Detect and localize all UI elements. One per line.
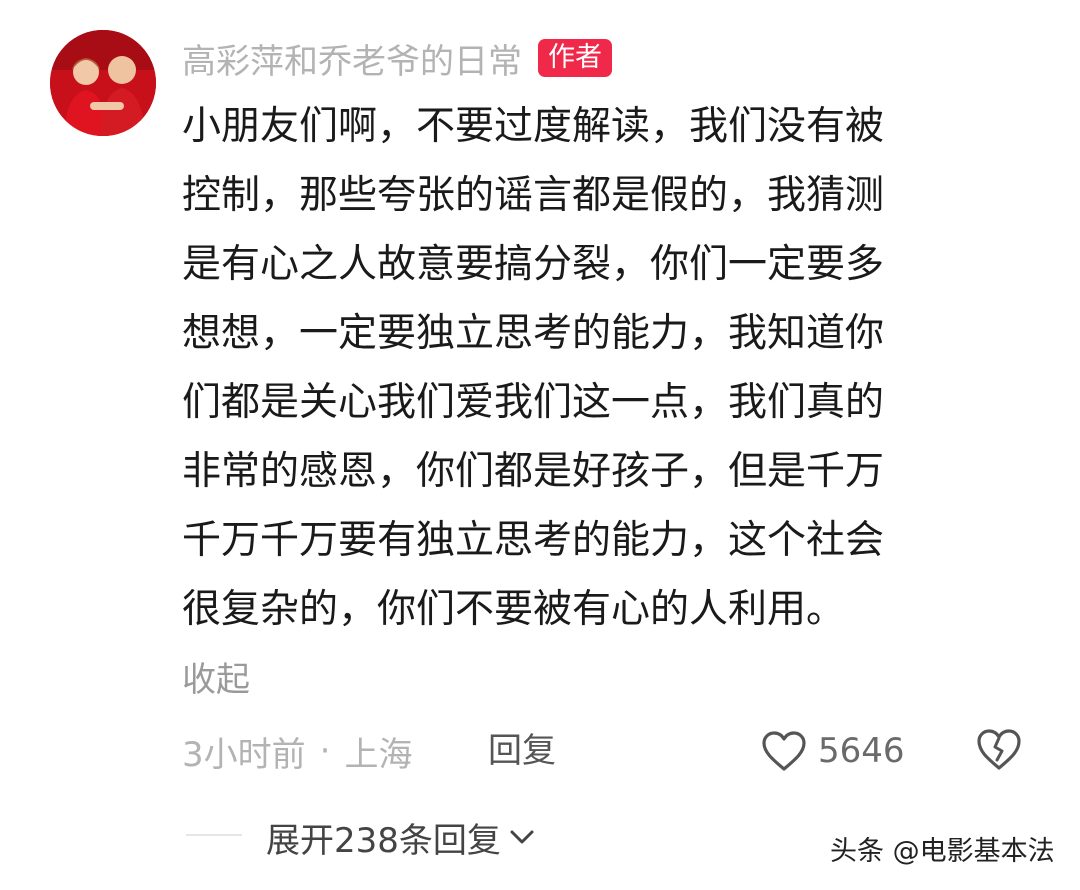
expand-replies-button[interactable]: 展开238条回复 xyxy=(266,812,535,862)
replies-divider xyxy=(186,834,242,836)
expand-replies-label: 展开238条回复 xyxy=(266,820,501,861)
comment-time: 3小时前 xyxy=(182,734,306,775)
comment-line: 是有心之人故意要搞分裂，你们一定要多 xyxy=(182,242,885,287)
like-button[interactable]: 5646 xyxy=(760,724,905,778)
broken-heart-icon xyxy=(977,729,1021,770)
collapse-button[interactable]: 收起 xyxy=(182,657,250,703)
comment-meta: 3小时前 · 上海 xyxy=(182,726,412,776)
comment-line: 控制，那些夸张的谣言都是假的，我猜测 xyxy=(182,173,885,218)
author-avatar[interactable] xyxy=(50,30,156,136)
author-badge: 作者 xyxy=(538,39,612,77)
chevron-down-icon xyxy=(510,830,534,844)
author-row: 高彩萍和乔老爷的日常 作者 xyxy=(182,30,612,86)
author-name[interactable]: 高彩萍和乔老爷的日常 xyxy=(182,34,522,83)
comment-text: 小朋友们啊，不要过度解读，我们没有被 控制，那些夸张的谣言都是假的，我猜测 是有… xyxy=(182,92,1012,644)
comment-line: 非常的感恩，你们都是好孩子，但是千万 xyxy=(182,449,885,494)
heart-outline-icon xyxy=(762,731,806,771)
watermark: 头条 @电影基本法 xyxy=(830,836,1055,867)
comment-line: 小朋友们啊，不要过度解读，我们没有被 xyxy=(182,104,885,149)
comment-line: 们都是关心我们爱我们这一点，我们真的 xyxy=(182,380,885,425)
comment-line: 千万千万要有独立思考的能力，这个社会 xyxy=(182,518,885,563)
avatar-photo xyxy=(50,30,156,136)
comment-line: 很复杂的，你们不要被有心的人利用。 xyxy=(182,587,846,632)
meta-separator: · xyxy=(319,731,331,771)
like-count: 5646 xyxy=(818,731,905,771)
comment-line: 想想，一定要独立思考的能力，我知道你 xyxy=(182,311,885,356)
reply-button[interactable]: 回复 xyxy=(488,726,556,776)
dislike-button[interactable] xyxy=(974,726,1024,776)
comment-location: 上海 xyxy=(344,734,413,775)
